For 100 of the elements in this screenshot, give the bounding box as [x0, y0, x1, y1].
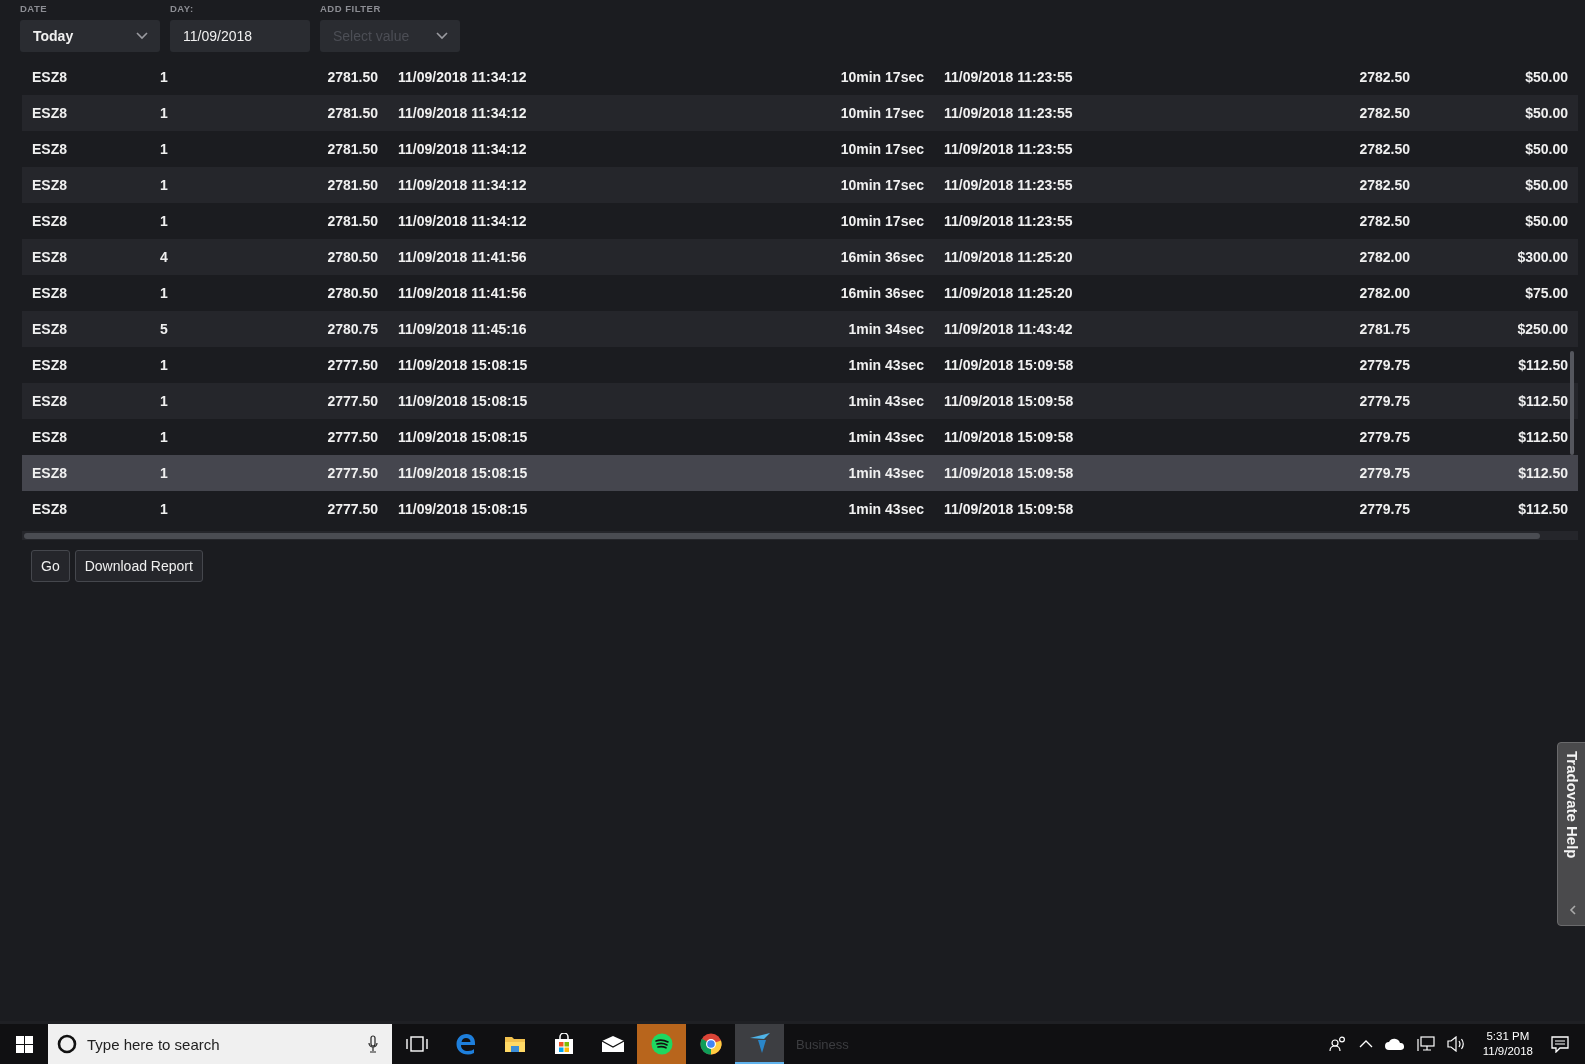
table-cell-text: 2782.00: [1358, 285, 1411, 301]
table-cell-text: 11/09/2018 15:09:58: [943, 357, 1075, 373]
table-row[interactable]: ESZ8 1 2777.50 11/09/2018 15:08:15 1min 43sec 11/09/2018 15:09:58 2779.75 $112.50: [22, 455, 1578, 491]
table-cell-text: 11/09/2018 15:08:15: [397, 357, 529, 373]
table-cell-text: $112.50: [1517, 357, 1569, 373]
table-cell-text: 11/09/2018 15:08:15: [397, 501, 529, 517]
table-cell-text: 11/09/2018 15:08:15: [397, 429, 529, 445]
people-icon[interactable]: [1328, 1036, 1347, 1052]
table-cell-text: 2777.50: [326, 393, 379, 409]
table-cell-text: 11/09/2018 15:09:58: [943, 393, 1075, 409]
filter-label: ADD FILTER: [320, 3, 381, 14]
table-cell-text: 1min 43sec: [847, 429, 925, 445]
microphone-icon: [368, 1035, 378, 1053]
table-row[interactable]: ESZ8 1 2777.50 11/09/2018 15:08:15 1min 43sec 11/09/2018 15:09:58 2779.75 $112.50: [22, 383, 1578, 419]
table-cell-text: 2777.50: [326, 429, 379, 445]
table-cell-text: 1min 43sec: [847, 465, 925, 481]
table-row[interactable]: ESZ8 1 2781.50 11/09/2018 11:34:12 10min 17sec 11/09/2018 11:23:55 2782.50 $50.00: [22, 167, 1578, 203]
chevron-up-icon[interactable]: [1358, 1040, 1373, 1048]
chevron-left-icon: [1568, 905, 1576, 915]
table-cell-text: 10min 17sec: [839, 141, 925, 157]
table-cell-text: 10min 17sec: [839, 69, 925, 85]
table-cell-text: $50.00: [1524, 69, 1569, 85]
table-cell-text: ESZ8: [31, 501, 68, 517]
table-cell-text: 2782.00: [1358, 249, 1411, 265]
volume-icon[interactable]: [1446, 1036, 1465, 1052]
filter-label: DAY:: [170, 3, 194, 14]
table-cell-text: $75.00: [1524, 285, 1569, 301]
table-cell-text: 11/09/2018 11:34:12: [397, 141, 528, 157]
table-cell-text: 11/09/2018 11:45:16: [397, 321, 528, 337]
table-cell-text: ESZ8: [31, 465, 68, 481]
table-cell-text: 11/09/2018 15:09:58: [943, 501, 1075, 517]
table-cell-text: ESZ8: [31, 249, 68, 265]
task-view-icon: [405, 1036, 428, 1052]
table-cell-text: ESZ8: [31, 357, 68, 373]
search-field[interactable]: Type here to search: [48, 1024, 392, 1064]
clock-date[interactable]: 11/9/2018: [1482, 1044, 1533, 1059]
table-cell-text: 11/09/2018 11:25:20: [943, 285, 1074, 301]
folder-icon: [503, 1035, 526, 1053]
table-cell-text: 2782.50: [1358, 105, 1411, 121]
table-cell-text: 2777.50: [326, 465, 379, 481]
table-cell-text: 2779.75: [1358, 465, 1411, 481]
network-icon[interactable]: [1416, 1036, 1435, 1052]
table-cell-text: $112.50: [1517, 501, 1569, 517]
table-row[interactable]: ESZ8 1 2781.50 11/09/2018 11:34:12 10min 17sec 11/09/2018 11:23:55 2782.50 $50.00: [22, 95, 1578, 131]
table-cell-text: 11/09/2018 11:34:12: [397, 105, 528, 121]
table-cell-text: 11/09/2018 15:09:58: [943, 465, 1075, 481]
table-cell-text: 2779.75: [1358, 357, 1411, 373]
windows-logo-icon[interactable]: [16, 1035, 33, 1053]
table-cell-text: 1: [159, 429, 169, 445]
edge-e-icon: [454, 1033, 477, 1055]
table-cell-text: 2781.50: [326, 177, 379, 193]
table-cell-text: $50.00: [1524, 213, 1569, 229]
table-cell-text: 1: [159, 213, 169, 229]
table-cell-text: 2782.50: [1358, 177, 1411, 193]
table-cell-text: 2780.50: [326, 285, 379, 301]
help-tab[interactable]: Tradovate Help: [1557, 742, 1585, 926]
table-cell-text: $112.50: [1517, 429, 1569, 445]
table-cell-text: 11/09/2018 11:23:55: [943, 141, 1074, 157]
table-cell-text: 1: [159, 141, 169, 157]
envelope-icon: [600, 1035, 625, 1053]
table-cell-text: ESZ8: [31, 393, 68, 409]
table-row[interactable]: ESZ8 5 2780.75 11/09/2018 11:45:16 1min 34sec 11/09/2018 11:43:42 2781.75 $250.00: [22, 311, 1578, 347]
table-cell-text: $50.00: [1524, 105, 1569, 121]
cortana-circle-icon: [57, 1034, 77, 1054]
table-cell-text: 1min 43sec: [847, 501, 925, 517]
table-cell-text: $50.00: [1524, 141, 1569, 157]
table-cell-text: 10min 17sec: [839, 177, 925, 193]
table-cell-text: 5: [159, 321, 169, 337]
table-cell-text: 11/09/2018 11:25:20: [943, 249, 1074, 265]
table-row[interactable]: ESZ8 4 2780.50 11/09/2018 11:41:56 16min 36sec 11/09/2018 11:25:20 2782.00 $300.00: [22, 239, 1578, 275]
notification-icon[interactable]: [1551, 1035, 1569, 1053]
table-cell-text: 1: [159, 465, 169, 481]
table-cell-text: 1: [159, 357, 169, 373]
table-cell-text: 11/09/2018 11:23:55: [943, 105, 1074, 121]
shopping-bag-icon: [553, 1033, 574, 1055]
scrollbar-thumb[interactable]: [1570, 351, 1574, 455]
action-button[interactable]: Download Report: [74, 550, 203, 582]
cloud-icon[interactable]: [1384, 1038, 1405, 1050]
table-cell-text: ESZ8: [31, 105, 68, 121]
table-cell-text: 10min 17sec: [839, 213, 925, 229]
table-cell-text: 11/09/2018 11:34:12: [397, 69, 528, 85]
table-cell-text: 10min 17sec: [839, 105, 925, 121]
table-cell-text: 11/09/2018 15:09:58: [943, 429, 1075, 445]
action-button[interactable]: Go: [31, 550, 70, 582]
table-cell-text: 1: [159, 393, 169, 409]
spotify-logo-icon: [650, 1033, 673, 1055]
table-cell-text: 2782.50: [1358, 141, 1411, 157]
table-cell-text: 4: [159, 249, 169, 265]
table-cell-text: 2781.50: [326, 141, 379, 157]
table-cell-text: 11/09/2018 11:23:55: [943, 213, 1074, 229]
clock-time[interactable]: 5:31 PM: [1486, 1029, 1530, 1044]
table-cell-text: 2780.75: [326, 321, 379, 337]
table-cell-text: 2779.75: [1358, 501, 1411, 517]
table-cell-text: 2782.50: [1358, 69, 1411, 85]
date-field[interactable]: 11/09/2018: [170, 20, 310, 52]
scrollbar-thumb[interactable]: [24, 532, 1540, 539]
table-cell-text: 2777.50: [326, 501, 379, 517]
table-cell-text: ESZ8: [31, 177, 68, 193]
dropdown[interactable]: Today: [20, 20, 160, 52]
table-cell-text: 11/09/2018 11:41:56: [397, 249, 528, 265]
